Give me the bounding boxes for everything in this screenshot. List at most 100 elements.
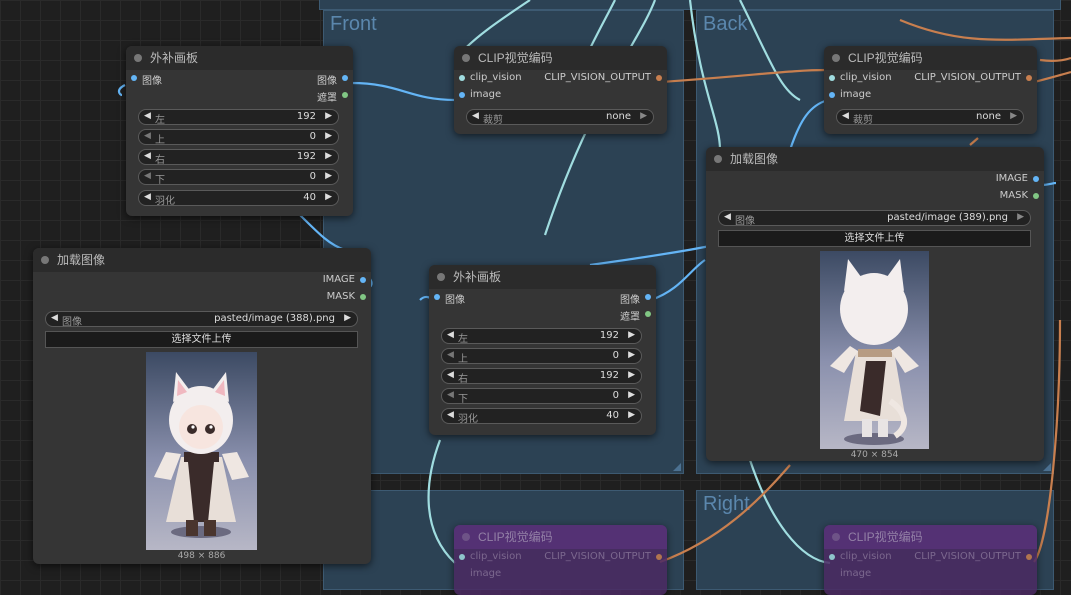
slot-row-clip: clip_vision CLIP_VISION_OUTPUT [824,70,1037,87]
output-clip-vision-dot[interactable] [656,75,662,81]
image-select-label: 图像 [735,216,755,227]
output-clip-vision-dot[interactable] [1026,554,1032,560]
param-right-widget[interactable]: ◀ 右 192 ▶ [138,149,339,166]
prev-arrow-icon[interactable]: ◀ [724,212,731,222]
output-image-dot[interactable] [645,294,651,300]
output-image-dot[interactable] [342,75,348,81]
input-image-label: 图像 [142,76,162,87]
output-clip-vision-dot[interactable] [656,554,662,560]
input-clip-vision-dot[interactable] [459,75,465,81]
node-title-bar[interactable]: CLIP视觉编码 [824,46,1037,70]
output-clip-vision-dot[interactable] [1026,75,1032,81]
node-title-bar[interactable]: 外补画板 [429,265,656,289]
input-clip-vision-dot[interactable] [829,554,835,560]
output-mask-dot[interactable] [342,92,348,98]
decrement-arrow-icon[interactable]: ◀ [144,111,151,121]
output-mask-dot[interactable] [1033,193,1039,199]
next-arrow-icon[interactable]: ▶ [344,313,351,323]
crop-widget[interactable]: ◀ 裁剪 none ▶ [836,109,1024,126]
outpaint-node-mid[interactable]: 外补画板 图像 图像 遮罩 ◀ 左 192 ▶ ◀ 上 0 ▶ ◀ 右 192 … [429,265,656,435]
node-title-bar[interactable]: CLIP视觉编码 [824,525,1037,549]
crop-widget[interactable]: ◀ 裁剪 none ▶ [466,109,654,126]
increment-arrow-icon[interactable]: ▶ [640,111,647,121]
decrement-arrow-icon[interactable]: ◀ [144,151,151,161]
clip-vision-encode-back[interactable]: CLIP视觉编码 clip_vision CLIP_VISION_OUTPUT … [824,46,1037,134]
collapse-dot-icon[interactable] [437,273,445,281]
node-title-bar[interactable]: 加载图像 [33,248,371,272]
decrement-arrow-icon[interactable]: ◀ [447,410,454,420]
increment-arrow-icon[interactable]: ▶ [325,151,332,161]
image-select-widget[interactable]: ◀ 图像 pasted/image (388).png ▶ [45,311,358,328]
decrement-arrow-icon[interactable]: ◀ [447,330,454,340]
load-image-node-left[interactable]: 加载图像 IMAGE MASK ◀ 图像 pasted/image (388).… [33,248,371,564]
collapse-dot-icon[interactable] [832,54,840,62]
resize-handle-icon[interactable] [1043,463,1051,471]
param-value: 192 [296,111,316,122]
param-bottom-widget[interactable]: ◀ 下 0 ▶ [441,388,642,405]
slot-row-image: 图像 图像 [126,70,353,87]
param-left-widget[interactable]: ◀ 左 192 ▶ [441,328,642,345]
input-clip-vision-dot[interactable] [829,75,835,81]
clip-vision-encode-front[interactable]: CLIP视觉编码 clip_vision CLIP_VISION_OUTPUT … [454,46,667,134]
param-top-widget[interactable]: ◀ 上 0 ▶ [441,348,642,365]
outpaint-node-top[interactable]: 外补画板 图像 图像 遮罩 ◀ 左 192 ▶ ◀ 上 0 ▶ ◀ 右 192 … [126,46,353,216]
increment-arrow-icon[interactable]: ▶ [628,350,635,360]
decrement-arrow-icon[interactable]: ◀ [144,131,151,141]
crop-label: 裁剪 [483,115,503,126]
increment-arrow-icon[interactable]: ▶ [325,171,332,181]
load-image-node-right[interactable]: 加载图像 IMAGE MASK ◀ 图像 pasted/image (389).… [706,147,1044,461]
upload-button[interactable]: 选择文件上传 [45,331,358,348]
collapse-dot-icon[interactable] [462,54,470,62]
decrement-arrow-icon[interactable]: ◀ [842,111,849,121]
node-title-bar[interactable]: 加载图像 [706,147,1044,171]
input-image-label: image [840,89,872,100]
input-image-dot[interactable] [459,92,465,98]
param-top-widget[interactable]: ◀ 上 0 ▶ [138,129,339,146]
next-arrow-icon[interactable]: ▶ [1017,212,1024,222]
slot-row-mask: MASK [33,289,371,306]
increment-arrow-icon[interactable]: ▶ [1010,111,1017,121]
collapse-dot-icon[interactable] [714,155,722,163]
param-left-widget[interactable]: ◀ 左 192 ▶ [138,109,339,126]
increment-arrow-icon[interactable]: ▶ [325,131,332,141]
output-mask-dot[interactable] [360,294,366,300]
input-image-dot[interactable] [131,75,137,81]
collapse-dot-icon[interactable] [134,54,142,62]
increment-arrow-icon[interactable]: ▶ [628,390,635,400]
node-title-bar[interactable]: CLIP视觉编码 [454,46,667,70]
decrement-arrow-icon[interactable]: ◀ [447,350,454,360]
decrement-arrow-icon[interactable]: ◀ [447,390,454,400]
node-title-bar[interactable]: 外补画板 [126,46,353,70]
increment-arrow-icon[interactable]: ▶ [325,111,332,121]
prev-arrow-icon[interactable]: ◀ [51,313,58,323]
decrement-arrow-icon[interactable]: ◀ [144,171,151,181]
character-figure-icon [154,372,249,538]
collapse-dot-icon[interactable] [832,533,840,541]
decrement-arrow-icon[interactable]: ◀ [472,111,479,121]
param-feather-widget[interactable]: ◀ 羽化 40 ▶ [138,190,339,207]
param-bottom-widget[interactable]: ◀ 下 0 ▶ [138,169,339,186]
collapse-dot-icon[interactable] [41,256,49,264]
input-image-dot[interactable] [434,294,440,300]
input-clip-vision-label: clip_vision [470,551,522,562]
clip-vision-encode-bypassed-right[interactable]: CLIP视觉编码 clip_vision CLIP_VISION_OUTPUT … [824,525,1037,595]
param-feather-widget[interactable]: ◀ 羽化 40 ▶ [441,408,642,425]
increment-arrow-icon[interactable]: ▶ [628,370,635,380]
input-clip-vision-dot[interactable] [459,554,465,560]
output-image-dot[interactable] [1033,176,1039,182]
input-image-dot[interactable] [829,92,835,98]
output-mask-dot[interactable] [645,311,651,317]
clip-vision-encode-bypassed-left[interactable]: CLIP视觉编码 clip_vision CLIP_VISION_OUTPUT … [454,525,667,595]
decrement-arrow-icon[interactable]: ◀ [144,192,151,202]
image-select-widget[interactable]: ◀ 图像 pasted/image (389).png ▶ [718,210,1031,227]
output-image-dot[interactable] [360,277,366,283]
upload-button[interactable]: 选择文件上传 [718,230,1031,247]
resize-handle-icon[interactable] [673,463,681,471]
decrement-arrow-icon[interactable]: ◀ [447,370,454,380]
node-title-bar[interactable]: CLIP视觉编码 [454,525,667,549]
increment-arrow-icon[interactable]: ▶ [325,192,332,202]
increment-arrow-icon[interactable]: ▶ [628,330,635,340]
increment-arrow-icon[interactable]: ▶ [628,410,635,420]
collapse-dot-icon[interactable] [462,533,470,541]
param-right-widget[interactable]: ◀ 右 192 ▶ [441,368,642,385]
